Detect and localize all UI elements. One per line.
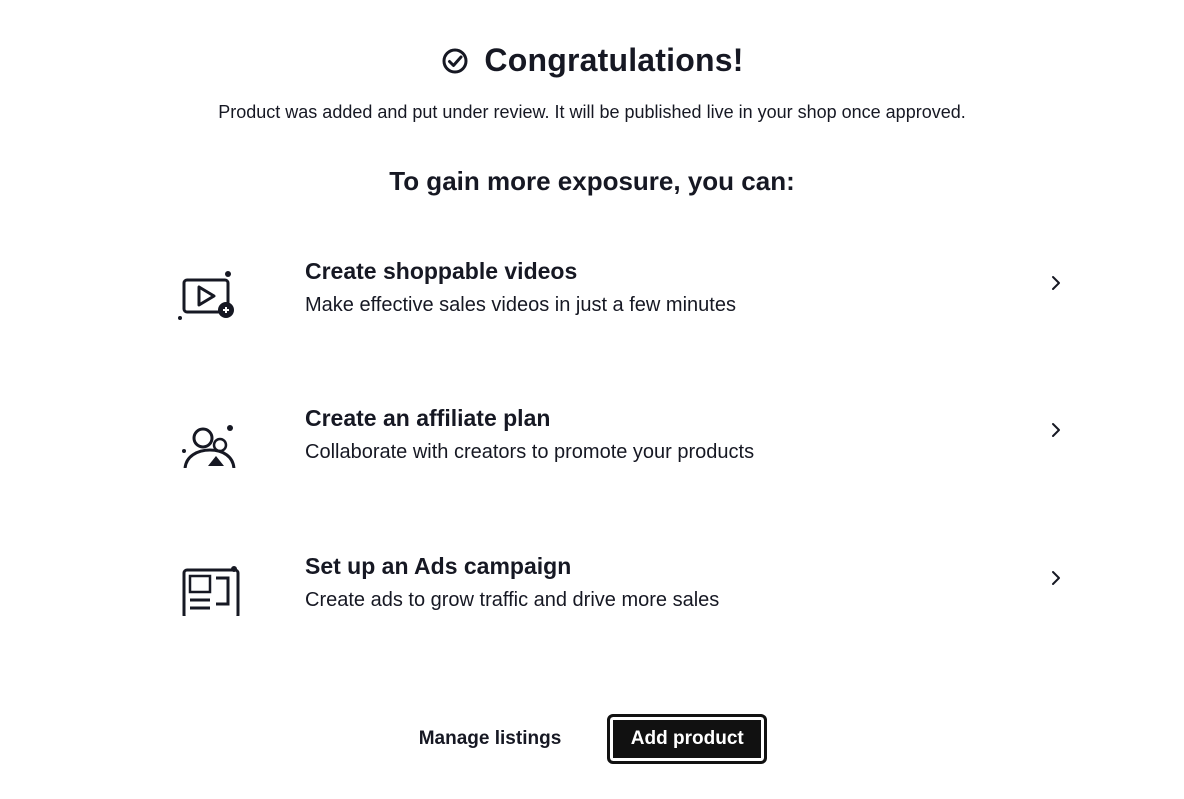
chevron-right-icon [1052,423,1060,437]
add-product-button[interactable]: Add product [607,714,768,764]
page-title: Congratulations! [484,42,744,78]
chevron-right-icon [1052,571,1060,585]
affiliate-icon [182,425,236,471]
option-title: Set up an Ads campaign [305,553,572,579]
success-header: Congratulations! [0,42,1184,79]
option-description: Create ads to grow traffic and drive mor… [305,589,720,611]
option-title: Create an affiliate plan [305,405,551,431]
ads-icon [176,566,240,627]
review-message: Product was added and put under review. … [218,102,966,122]
option-title: Create shoppable videos [305,258,578,284]
manage-listings-button[interactable]: Manage listings [417,718,564,760]
chevron-right-icon [1052,276,1060,290]
option-ads-campaign[interactable]: Set up an Ads campaign Create ads to gro… [170,533,1070,629]
check-circle-icon [442,48,468,73]
exposure-heading: To gain more exposure, you can: [389,166,795,196]
option-shoppable-videos[interactable]: Create shoppable videos Make effective s… [170,238,1070,334]
video-icon [178,271,234,320]
option-description: Collaborate with creators to promote you… [305,441,755,463]
option-affiliate-plan[interactable]: Create an affiliate plan Collaborate wit… [170,385,1070,481]
footer-actions: Manage listings Add product [0,714,1184,764]
option-description: Make effective sales videos in just a fe… [305,294,736,316]
